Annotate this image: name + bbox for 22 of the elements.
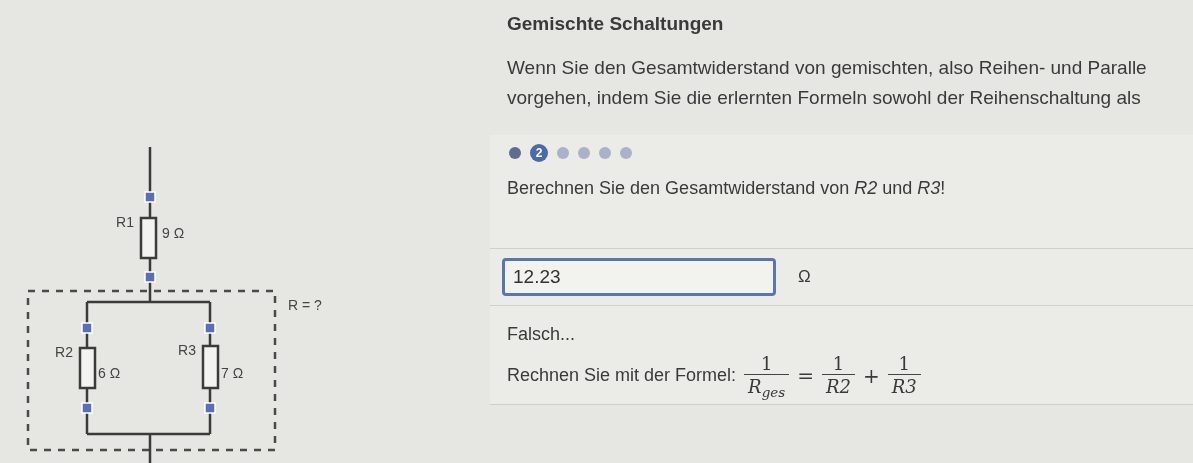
group-label: R = ? [288, 297, 322, 313]
step-indicator[interactable]: 2 [530, 143, 548, 162]
resistance-value: 6 Ω [98, 365, 121, 381]
hint-text: Rechnen Sie mit der Formel: [507, 364, 737, 388]
resistor-label: R1 [116, 214, 134, 230]
intro-text: vorgehen, indem Sie die erlernten Formeln sowohl der Reihenschaltung als [506, 85, 1142, 110]
unit-label: Ω [798, 266, 811, 289]
page-title: Gemischte Schaltungen [506, 12, 725, 36]
resistor-label: R2 [55, 344, 73, 360]
resistor-label: R3 [178, 342, 196, 358]
resistance-value: 9 Ω [162, 225, 185, 241]
math-operator: = [797, 363, 814, 390]
answer-field[interactable]: 12.23 [502, 257, 776, 296]
fraction: 1 R$_{ges}$ [744, 353, 790, 399]
step-indicator[interactable] [509, 146, 521, 159]
feedback-text: Falsch... [506, 322, 577, 346]
resistance-value: 7 Ω [221, 365, 244, 381]
math-operator: + [863, 363, 880, 390]
intro-text: Wenn Sie den Gesamtwiderstand von gemischten, also Reihen- und Paralle [506, 55, 1148, 80]
fraction: 1 R2 [822, 353, 855, 399]
fraction: 1 R3 [887, 353, 921, 399]
question-text: Berechnen Sie den Gesamtwiderstand von R2 und R3! [506, 176, 947, 200]
